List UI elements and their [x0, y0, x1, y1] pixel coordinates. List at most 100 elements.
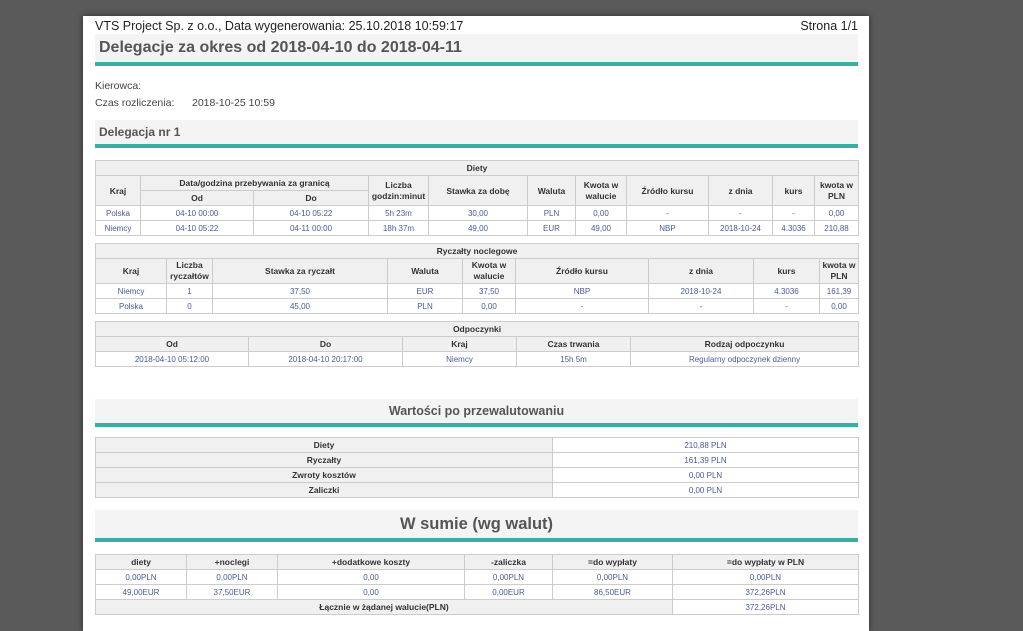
document-page: VTS Project Sp. z o.o., Data wygenerowan… [83, 16, 869, 631]
diety-header-zdnia: z dnia [708, 175, 773, 206]
wartosci-label: Zaliczki [95, 482, 553, 498]
table-row: Ryczałty 161,39 PLN [95, 452, 859, 468]
odpoczynki-header: Do [248, 336, 403, 352]
report-meta: Kierowca: Czas rozliczenia: 2018-10-25 10… [95, 78, 858, 112]
table-cell: 49,00EUR [95, 584, 187, 600]
table-cell: - [515, 298, 649, 314]
table-cell: 0,00 [575, 205, 627, 221]
odpoczynki-header: Od [95, 336, 249, 352]
table-row: Niemcy 04-10 05:22 04-11 00:00 18h 37m 49,00… [95, 220, 860, 236]
table-cell: Niemcy [95, 220, 141, 236]
table-cell: - [772, 205, 815, 221]
wartosci-label: Ryczałty [95, 452, 553, 468]
table-cell: 161,39 [819, 283, 859, 299]
diety-header-group: Data/godzina przebywania za granicą [140, 175, 369, 191]
table-cell: 4.3036 [753, 283, 820, 299]
suma-title: W sumie (wg walut) [399, 515, 554, 533]
table-cell: Polska [95, 205, 141, 221]
diety-caption: Diety [94, 160, 860, 176]
table-cell: 0,00 [819, 298, 859, 314]
table-cell: 0,00 [277, 584, 465, 600]
suma-table: diety +noclegi +dodatkowe koszty -zalicz… [95, 554, 859, 615]
odpoczynki-table: Odpoczynki Od Do Kraj Czas trwania Rodza… [94, 321, 860, 367]
table-cell: 30,00 [428, 205, 528, 221]
table-cell: 2018-04-10 05:12:00 [95, 351, 249, 367]
suma-header: =do wypłaty w PLN [672, 554, 859, 570]
suma-header: -zaliczka [464, 554, 553, 570]
page-number: Strona 1/1 [800, 19, 858, 33]
table-row: Łącznie w żądanej walucie(PLN) 372,26PLN [95, 599, 859, 615]
table-cell: 5h 23m [368, 205, 429, 221]
table-cell: 86,50EUR [552, 584, 673, 600]
table-row: Zaliczki 0,00 PLN [95, 482, 859, 498]
wartosci-label: Zwroty kosztów [95, 467, 553, 483]
table-cell: 2018-10-24 [708, 220, 773, 236]
table-row: Polska 0 45,00 PLN 0,00- - -0,00 [95, 298, 859, 314]
diety-header-od: Od [140, 190, 254, 206]
table-cell: 0,00 [462, 298, 516, 314]
diety-header-zrodlo: Źródło kursu [626, 175, 709, 206]
wartosci-value: 0,00 PLN [552, 482, 859, 498]
table-cell: 0,00PLN [186, 569, 278, 585]
table-row: 49,00EUR 37,50EUR 0,00 0,00EUR 86,50EUR 372,2… [95, 584, 859, 600]
table-cell: 372,26PLN [672, 584, 859, 600]
wartosci-table: Diety 210,88 PLN Ryczałty 161,39 PLN Zwrot… [95, 437, 859, 498]
table-cell: 0,00PLN [95, 569, 187, 585]
table-cell: 0 [166, 298, 213, 314]
table-cell: 04-10 05:22 [253, 205, 369, 221]
report-title-bar: Delegacje za okres od 2018-04-10 do 2018… [95, 34, 858, 66]
table-cell: EUR [387, 283, 463, 299]
wartosci-value: 210,88 PLN [552, 437, 859, 453]
table-cell: 210,88 [813, 220, 860, 236]
diety-table: Diety Kraj Data/godzina przebywania za g… [94, 160, 860, 236]
wartosci-value: 161,39 PLN [552, 452, 859, 468]
diety-header-kwota: Kwota w walucie [575, 175, 627, 206]
odpoczynki-header: Czas trwania [516, 336, 631, 352]
table-cell: 49,00 [428, 220, 528, 236]
table-cell: EUR [527, 220, 576, 236]
ryczalty-caption: Ryczałty noclegowe [95, 243, 859, 259]
pdf-viewer: VTS Project Sp. z o.o., Data wygenerowan… [0, 0, 1023, 631]
table-cell: Niemcy [95, 283, 167, 299]
delegation-section-bar: Delegacja nr 1 [95, 120, 858, 148]
diety-header-do: Do [253, 190, 369, 206]
table-cell: 15h 5m [516, 351, 631, 367]
wartosci-title: Wartości po przewalutowaniu [388, 404, 565, 418]
table-row: Niemcy 1 37,50 EUR 37,50 NBP 2018-10-24 4.3036 1… [95, 283, 859, 299]
suma-header: +dodatkowe koszty [277, 554, 465, 570]
ryczalty-header: kurs [753, 258, 820, 284]
ryczalty-header: Kwota w walucie [462, 258, 516, 284]
odpoczynki-header: Rodzaj odpoczynku [629, 336, 860, 352]
page-content: VTS Project Sp. z o.o., Data wygenerowan… [94, 16, 860, 615]
table-cell: - [626, 205, 709, 221]
table-cell: NBP [515, 283, 649, 299]
diety-header-stawka: Stawka za dobę [428, 175, 528, 206]
table-cell: 04-10 05:22 [140, 220, 254, 236]
table-cell: 4.3036 [772, 220, 815, 236]
ryczalty-header: Stawka za ryczałt [212, 258, 388, 284]
table-cell: 0,00 [277, 569, 465, 585]
ryczalty-header: kwota w PLN [819, 258, 859, 284]
table-row: Diety 210,88 PLN [95, 437, 859, 453]
table-cell: 0,00 [813, 205, 860, 221]
driver-row: Kierowca: [95, 78, 858, 95]
table-cell: 0,00PLN [464, 569, 553, 585]
delegation-title: Delegacja nr 1 [99, 125, 181, 139]
table-cell: 37,50 [462, 283, 516, 299]
settle-label: Czas rozliczenia: [95, 97, 175, 109]
table-cell: PLN [387, 298, 463, 314]
table-row: 2018-04-10 05:12:00 2018-04-10 20:17:00 Ni… [95, 351, 860, 367]
table-row: 0,00PLN 0,00PLN 0,00 0,00PLN 0,00PLN 0,00PLN [95, 569, 859, 585]
ryczalty-header: Liczba ryczałtów [166, 258, 213, 284]
table-cell: 04-10 00:00 [140, 205, 254, 221]
wartosci-value: 0,00 PLN [552, 467, 859, 483]
table-cell: 0,00EUR [464, 584, 553, 600]
table-cell: 2018-04-10 20:17:00 [248, 351, 403, 367]
diety-header-pln: kwota w PLN [813, 175, 860, 206]
diety-header-waluta: Waluta [527, 175, 576, 206]
driver-label: Kierowca: [95, 80, 142, 92]
ryczalty-header: Źródło kursu [515, 258, 649, 284]
wartosci-bar: Wartości po przewalutowaniu [95, 399, 858, 427]
odpoczynki-header: Kraj [402, 336, 517, 352]
settle-row: Czas rozliczenia: 2018-10-25 10:59 [95, 95, 858, 112]
